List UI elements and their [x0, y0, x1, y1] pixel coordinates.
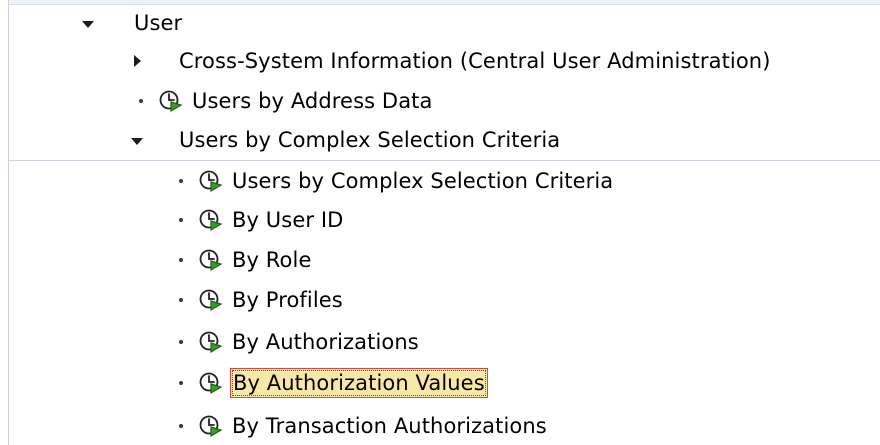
sap-menu-tree: User Cross-System Information (Central U… — [0, 0, 880, 445]
tree-node-by-authorization-values[interactable]: By Authorization Values — [179, 364, 488, 402]
tree-node-label: By User ID — [232, 208, 344, 232]
tree-node-users-by-complex-selection-criteria[interactable]: Users by Complex Selection Criteria — [131, 121, 560, 159]
tree-node-label: By Role — [232, 248, 312, 272]
tree-node-cross-system-info[interactable]: Cross-System Information (Central User A… — [134, 42, 771, 80]
tree-node-label-selected: By Authorization Values — [230, 368, 488, 398]
bullet-icon — [179, 218, 183, 222]
tree-node-label: Cross-System Information (Central User A… — [179, 49, 771, 73]
execute-clock-icon — [199, 208, 223, 232]
bullet-icon — [179, 258, 183, 262]
tree-node-by-profiles[interactable]: By Profiles — [179, 281, 343, 319]
bullet-icon — [139, 99, 143, 103]
tree-node-label: By Authorizations — [232, 330, 419, 354]
bullet-icon — [179, 298, 183, 302]
execute-clock-icon — [199, 330, 223, 354]
tree-node-label: User — [134, 11, 183, 35]
tree-node-label: Users by Complex Selection Criteria — [232, 169, 614, 193]
execute-clock-icon — [199, 371, 223, 395]
tree-node-user[interactable]: User — [82, 4, 182, 42]
execute-clock-icon — [159, 89, 183, 113]
bullet-icon — [179, 424, 183, 428]
execute-clock-icon — [199, 248, 223, 272]
tree-node-label: Users by Complex Selection Criteria — [179, 128, 561, 152]
triangle-down-icon[interactable] — [82, 20, 94, 28]
tree-node-by-transaction-authorizations[interactable]: By Transaction Authorizations — [179, 407, 547, 445]
execute-clock-icon — [199, 288, 223, 312]
triangle-right-icon[interactable] — [134, 55, 141, 67]
execute-clock-icon — [199, 414, 223, 438]
tree-node-label: By Transaction Authorizations — [232, 414, 547, 438]
node-separator — [9, 160, 880, 161]
bullet-icon — [179, 381, 183, 385]
tree-node-label: Users by Address Data — [192, 89, 433, 113]
execute-clock-icon — [199, 169, 223, 193]
tree-node-users-by-address-data[interactable]: Users by Address Data — [139, 82, 432, 120]
bullet-icon — [179, 179, 183, 183]
tree-node-users-by-complex-selection-criteria-tx[interactable]: Users by Complex Selection Criteria — [179, 162, 613, 200]
bullet-icon — [179, 340, 183, 344]
tree-left-border — [8, 0, 9, 445]
tree-node-label: By Profiles — [232, 288, 343, 312]
tree-node-by-role[interactable]: By Role — [179, 241, 311, 279]
tree-node-by-authorizations[interactable]: By Authorizations — [179, 323, 419, 361]
triangle-down-icon[interactable] — [131, 137, 143, 145]
tree-node-by-user-id[interactable]: By User ID — [179, 201, 343, 239]
